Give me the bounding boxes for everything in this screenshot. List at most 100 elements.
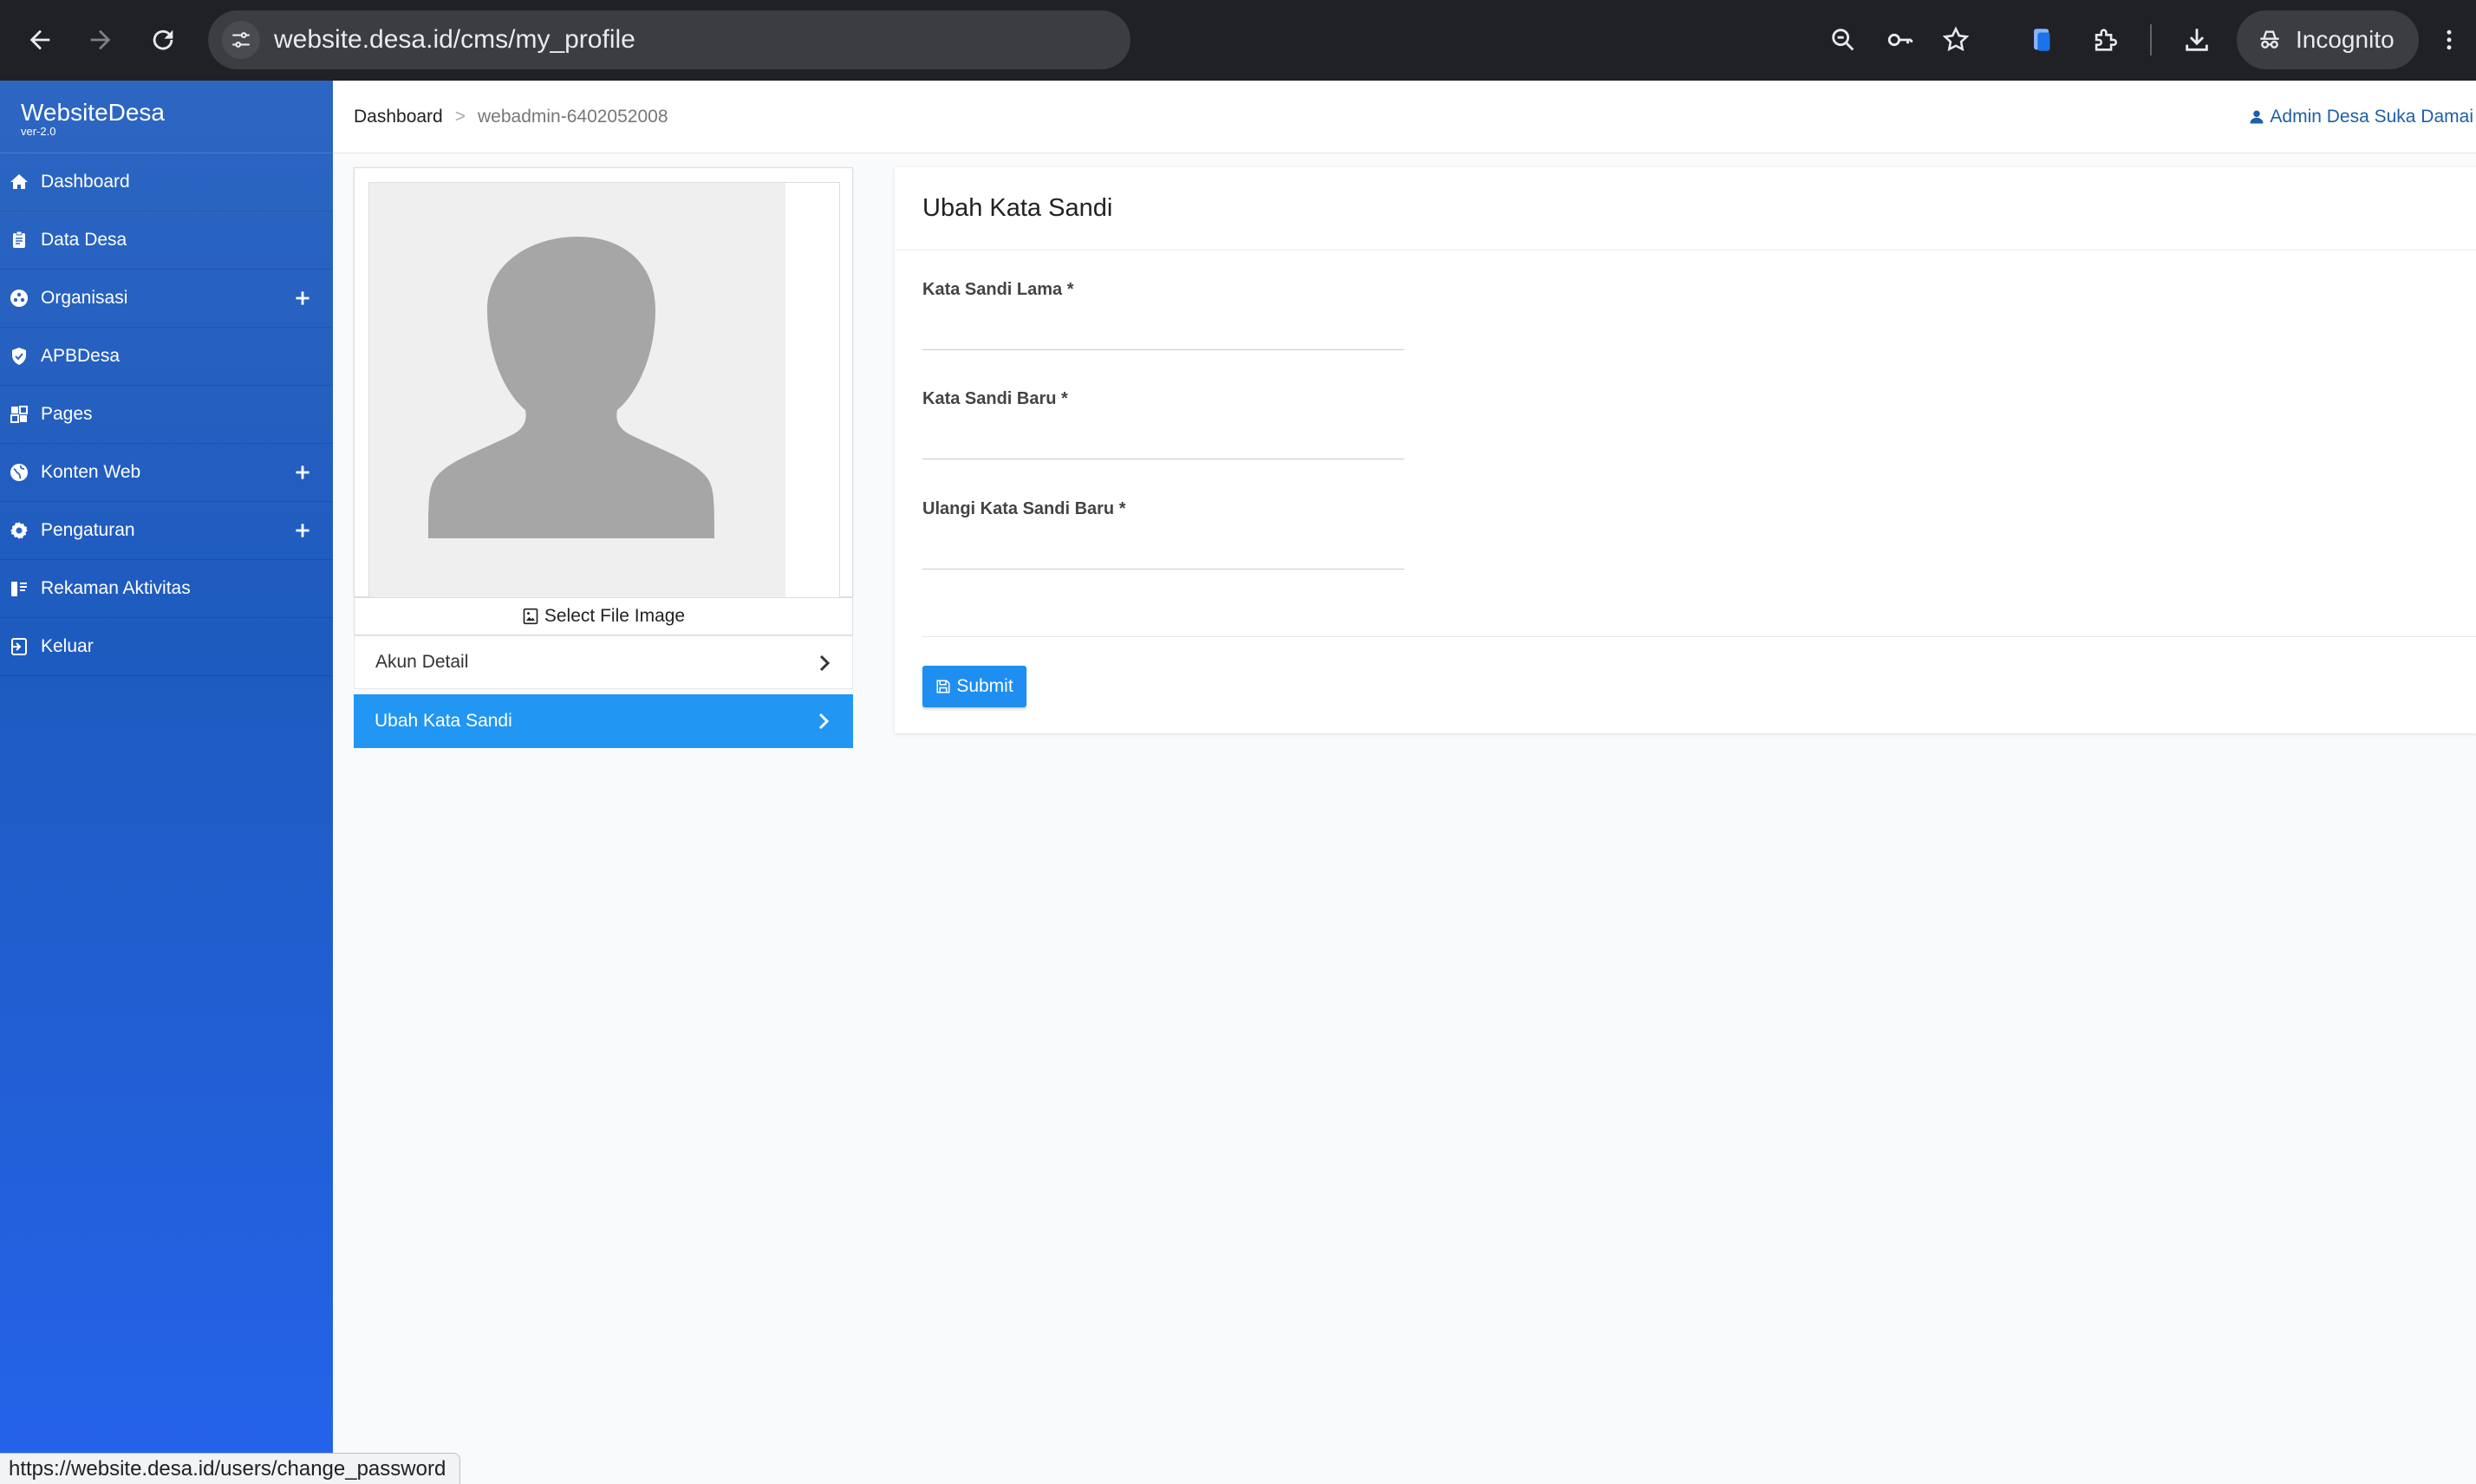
brand-logo[interactable]: WebsiteDesa ver-2.0 <box>0 81 333 153</box>
sidebar-item-pages[interactable]: Pages <box>0 386 333 444</box>
image-file-icon <box>523 608 538 625</box>
chevron-right-icon <box>818 713 830 730</box>
sidebar-item-label: Keluar <box>41 636 94 656</box>
breadcrumb-current: webadmin-6402052008 <box>478 107 668 127</box>
key-icon <box>1887 33 1913 47</box>
form-divider <box>922 636 2476 637</box>
confirm-password-input[interactable] <box>922 526 1404 570</box>
select-file-image-button[interactable]: Select File Image <box>354 597 853 635</box>
tune-icon <box>232 32 250 48</box>
user-name: Admin Desa Suka Damai <box>2270 107 2473 127</box>
browser-menu-button[interactable] <box>2436 19 2462 61</box>
sidebar-item-pengaturan[interactable]: Pengaturan <box>0 502 333 560</box>
new-password-field: Kata Sandi Baru * <box>922 389 1404 459</box>
extension-app-icon <box>2034 29 2050 51</box>
gear-icon <box>9 520 29 541</box>
menu-item-akun-detail[interactable]: Akun Detail <box>354 635 853 689</box>
chevron-right-icon <box>819 654 831 672</box>
expand-plus-icon[interactable] <box>291 287 314 309</box>
activity-list-icon <box>9 578 29 599</box>
download-icon <box>2186 29 2208 51</box>
downloads-button[interactable] <box>2176 19 2218 61</box>
sidebar-item-label: Pages <box>41 404 93 424</box>
forward-button[interactable] <box>80 19 121 61</box>
page-header: Dashboard > webadmin-6402052008 Admin De… <box>333 81 2476 153</box>
sidebar-item-organisasi[interactable]: Organisasi <box>0 270 333 328</box>
globe-icon <box>9 462 29 483</box>
shield-check-icon <box>9 346 29 367</box>
user-icon <box>2250 110 2264 124</box>
expand-plus-icon[interactable] <box>291 461 314 484</box>
site-info-button[interactable] <box>222 21 260 59</box>
old-password-input[interactable] <box>922 307 1404 350</box>
new-password-label: Kata Sandi Baru * <box>922 389 1068 408</box>
address-bar[interactable]: website.desa.id/cms/my_profile <box>208 10 1130 69</box>
sidebar-item-label: Dashboard <box>41 172 130 192</box>
save-icon <box>936 680 950 693</box>
profile-photo-frame <box>368 182 840 598</box>
user-menu[interactable]: Admin Desa Suka Damai <box>2249 81 2473 153</box>
reload-button[interactable] <box>142 19 184 61</box>
select-file-label: Select File Image <box>544 606 686 626</box>
zoom-button[interactable] <box>1822 19 1864 61</box>
submit-button[interactable]: Submit <box>922 666 1026 707</box>
sidebar-item-dashboard[interactable]: Dashboard <box>0 153 333 212</box>
forward-arrow-icon <box>90 29 111 50</box>
profile-card: Select File Image Akun Detail Ubah Kata … <box>354 167 853 750</box>
menu-item-label: Akun Detail <box>375 652 469 672</box>
toolbar-divider <box>2150 24 2152 55</box>
submit-label: Submit <box>956 676 1013 696</box>
browser-toolbar: website.desa.id/cms/my_profile Incognito <box>0 0 2476 81</box>
clipboard-icon <box>9 230 29 251</box>
password-key-button[interactable] <box>1880 19 1921 61</box>
change-password-panel: Ubah Kata Sandi Kata Sandi Lama * Kata S… <box>895 167 2476 733</box>
users-circle-icon <box>9 288 29 309</box>
sidebar-item-label: Konten Web <box>41 462 141 482</box>
old-password-field: Kata Sandi Lama * <box>922 280 1404 350</box>
confirm-password-label: Ulangi Kata Sandi Baru * <box>922 499 1126 518</box>
incognito-badge[interactable]: Incognito <box>2237 10 2419 69</box>
logout-icon <box>9 636 29 657</box>
confirm-password-field: Ulangi Kata Sandi Baru * <box>922 499 1404 570</box>
sidebar-item-label: Rekaman Aktivitas <box>41 578 191 598</box>
star-icon <box>1942 26 1970 52</box>
breadcrumb-separator: > <box>454 107 466 127</box>
bookmark-button[interactable] <box>1935 19 1977 61</box>
sidebar-item-label: APBDesa <box>41 346 121 366</box>
extension-button[interactable] <box>2022 19 2063 61</box>
profile-photo-box <box>354 167 853 598</box>
brand-name: WebsiteDesa <box>21 99 166 126</box>
expand-plus-icon[interactable] <box>291 519 314 542</box>
sidebar-item-label: Pengaturan <box>41 520 135 540</box>
breadcrumb: Dashboard > webadmin-6402052008 <box>354 81 668 153</box>
url-text[interactable]: website.desa.id/cms/my_profile <box>274 10 635 69</box>
sidebar-item-data-desa[interactable]: Data Desa <box>0 212 333 270</box>
sidebar-item-label: Organisasi <box>41 288 128 308</box>
more-vertical-icon <box>2447 29 2452 50</box>
avatar-placeholder-icon <box>428 237 714 538</box>
zoom-icon <box>1832 29 1854 51</box>
sidebar-item-konten-web[interactable]: Konten Web <box>0 444 333 502</box>
home-icon <box>9 172 29 192</box>
sidebar-item-keluar[interactable]: Keluar <box>0 618 333 676</box>
new-password-input[interactable] <box>922 416 1404 459</box>
breadcrumb-home-link[interactable]: Dashboard <box>354 107 443 127</box>
puzzle-icon <box>2095 29 2117 51</box>
sidebar-item-label: Data Desa <box>41 230 127 250</box>
sidebar: WebsiteDesa ver-2.0 Dashboard Data Desa … <box>0 81 333 1484</box>
incognito-icon <box>2260 30 2279 49</box>
back-button[interactable] <box>19 19 61 61</box>
extensions-menu-button[interactable] <box>2084 19 2126 61</box>
sidebar-item-apbdesa[interactable]: APBDesa <box>0 328 333 386</box>
sidebar-item-rekaman-aktivitas[interactable]: Rekaman Aktivitas <box>0 560 333 618</box>
link-status-bar: https://website.desa.id/users/change_pas… <box>0 1453 461 1484</box>
back-arrow-icon <box>29 29 50 50</box>
incognito-label: Incognito <box>2296 26 2395 53</box>
avatar <box>369 183 785 597</box>
reload-icon <box>153 29 173 50</box>
panel-title: Ubah Kata Sandi <box>895 167 2476 251</box>
menu-item-ubah-kata-sandi[interactable]: Ubah Kata Sandi <box>354 694 853 748</box>
pages-icon <box>9 404 29 425</box>
menu-item-label: Ubah Kata Sandi <box>375 711 512 731</box>
brand-version: ver-2.0 <box>21 125 56 138</box>
